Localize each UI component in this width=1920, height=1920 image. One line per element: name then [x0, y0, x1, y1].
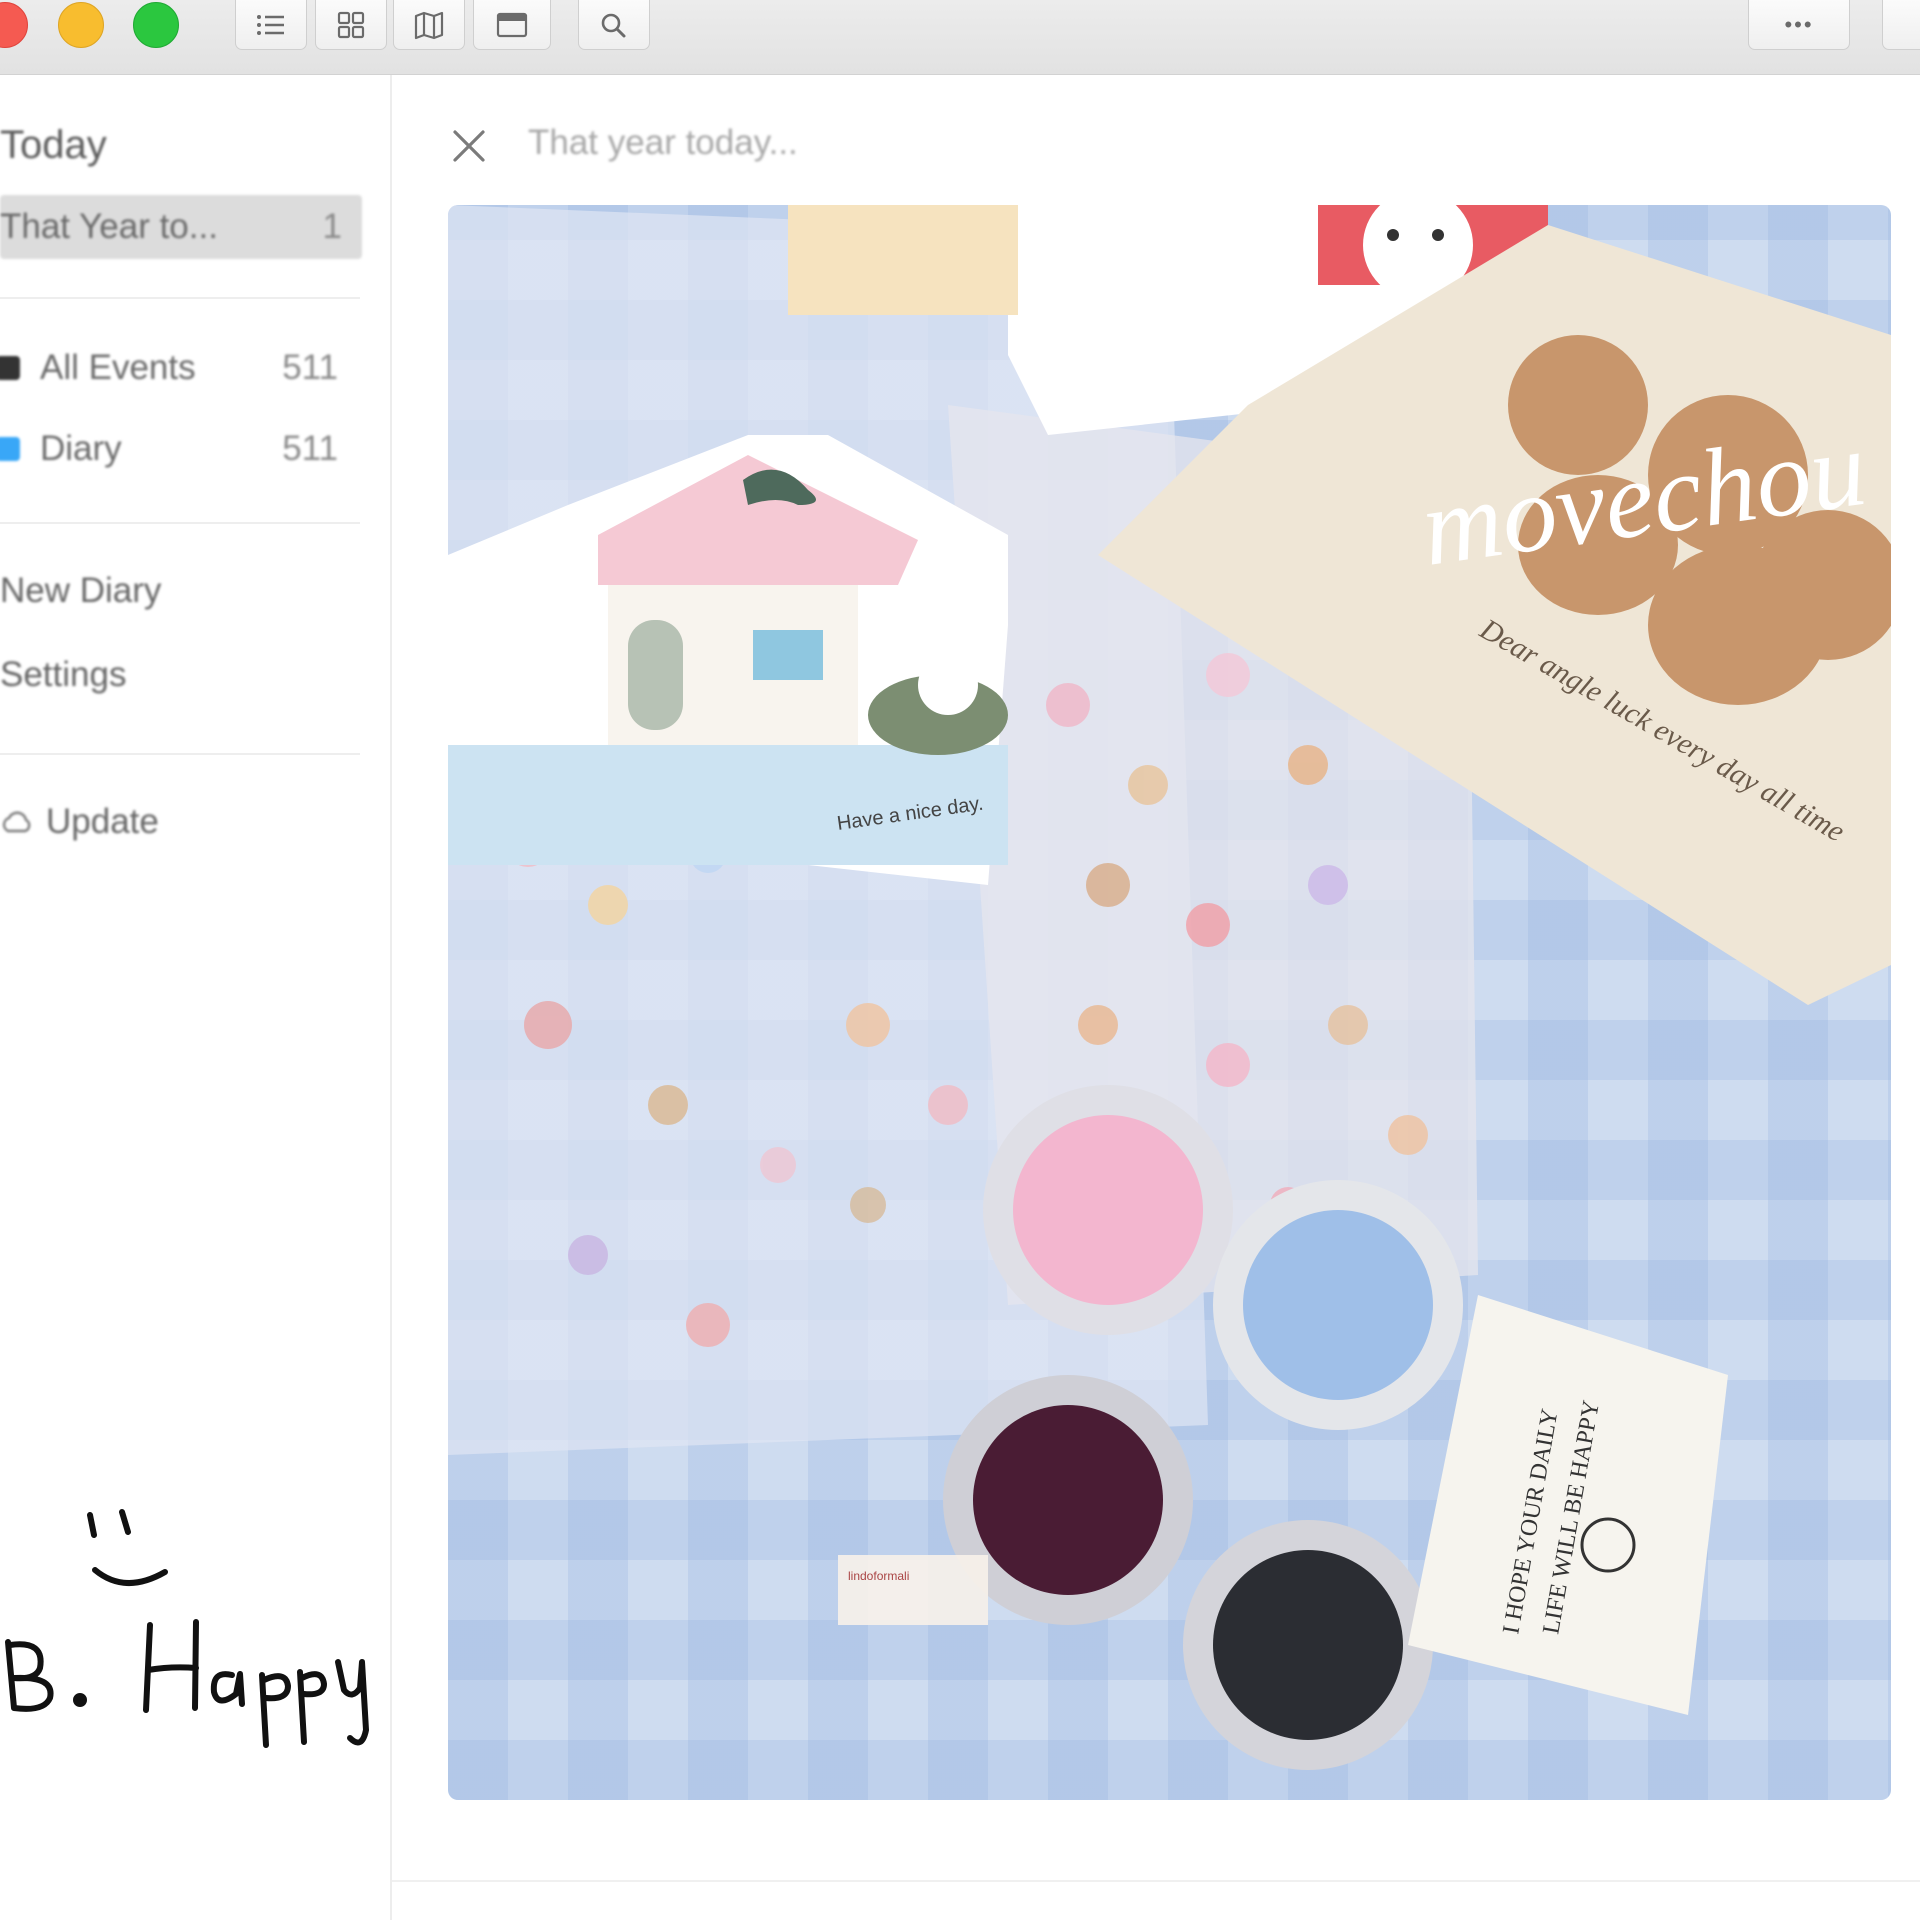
- new-diary-link[interactable]: New Diary: [0, 571, 161, 611]
- sidebar-item-label: All Events: [40, 348, 196, 387]
- entry-title-field[interactable]: That year today...: [528, 123, 798, 163]
- journal-color-swatch: [0, 437, 20, 461]
- sidebar-item-count: 511: [282, 348, 338, 387]
- grid-icon: [337, 11, 365, 38]
- grid-view-button[interactable]: [315, 0, 387, 50]
- entry-bottom-divider: [392, 1880, 1920, 1882]
- handwritten-be-happy-drawing: [5, 1509, 369, 1748]
- list-icon: [257, 14, 284, 35]
- entry-view: That year today... Have a nice day. move…: [392, 75, 1920, 1920]
- sidebar-item-all-events[interactable]: All Events 511: [0, 336, 362, 400]
- list-view-button[interactable]: [235, 0, 307, 50]
- close-icon[interactable]: [450, 127, 488, 165]
- search-icon: [601, 13, 626, 37]
- entry-photo[interactable]: Have a nice day. movechou Dear angle luc…: [448, 205, 1891, 1800]
- sticker-label-text: lindoformali: [848, 1569, 909, 1583]
- toolbar-edge-button[interactable]: [1882, 0, 1920, 50]
- title-bar: •••: [0, 0, 1920, 75]
- journal-color-swatch: [0, 356, 20, 380]
- sidebar-heading: Today: [0, 123, 107, 167]
- sidebar-item-label: Diary: [40, 429, 122, 468]
- sidebar-divider: [0, 297, 360, 299]
- calendar-icon: [496, 12, 528, 37]
- sidebar-item-count: 511: [282, 429, 338, 468]
- sidebar-divider: [0, 522, 360, 524]
- calendar-view-button[interactable]: [473, 0, 551, 50]
- update-link[interactable]: Update: [0, 802, 159, 842]
- sidebar-item-count: 1: [322, 207, 342, 246]
- map-view-button[interactable]: [393, 0, 465, 50]
- cloud-icon: [2, 811, 31, 833]
- zoom-window-button[interactable]: [133, 2, 179, 48]
- minimize-window-button[interactable]: [58, 2, 104, 48]
- sticker-label: lindoformali: [838, 1555, 988, 1625]
- sidebar-item-label: That Year to...: [0, 207, 218, 246]
- photo-illustration: Have a nice day. movechou Dear angle luc…: [448, 205, 1891, 1770]
- search-button[interactable]: [578, 0, 650, 50]
- update-label: Update: [46, 802, 159, 841]
- close-window-button[interactable]: [0, 2, 28, 48]
- sidebar-item-that-year-today[interactable]: That Year to... 1: [0, 195, 362, 259]
- more-options-button[interactable]: •••: [1748, 0, 1850, 50]
- sidebar-item-diary[interactable]: Diary 511: [0, 417, 362, 481]
- cloth-tag: I HOPE YOUR DAILY LIFE WILL BE HAPPY: [1408, 1295, 1728, 1715]
- sidebar-divider: [0, 753, 360, 755]
- map-icon: [414, 11, 444, 39]
- settings-link[interactable]: Settings: [0, 655, 126, 695]
